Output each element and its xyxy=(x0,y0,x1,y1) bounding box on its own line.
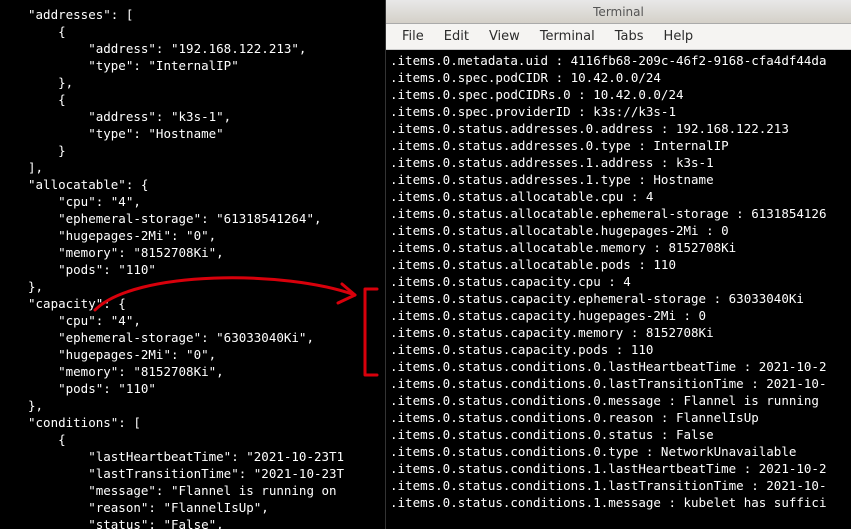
terminal-line: .items.0.spec.podCIDRs.0 : 10.42.0.0/24 xyxy=(390,86,847,103)
terminal-line: .items.0.status.capacity.pods : 110 xyxy=(390,341,847,358)
terminal-output[interactable]: .items.0.metadata.uid : 4116fb68-209c-46… xyxy=(386,50,851,529)
menu-file[interactable]: File xyxy=(392,24,434,50)
json-line: "reason": "FlannelIsUp", xyxy=(28,499,385,516)
json-line: }, xyxy=(28,74,385,91)
json-line: "type": "InternalIP" xyxy=(28,57,385,74)
terminal-window: Terminal File Edit View Terminal Tabs He… xyxy=(385,0,851,529)
terminal-line: .items.0.status.addresses.1.type : Hostn… xyxy=(390,171,847,188)
terminal-line: .items.0.status.capacity.hugepages-2Mi :… xyxy=(390,307,847,324)
json-line: { xyxy=(28,431,385,448)
terminal-line: .items.0.status.allocatable.memory : 815… xyxy=(390,239,847,256)
terminal-line: .items.0.spec.providerID : k3s://k3s-1 xyxy=(390,103,847,120)
json-line: "addresses": [ xyxy=(28,6,385,23)
json-line: }, xyxy=(28,397,385,414)
json-source-pane: "addresses": [ { "address": "192.168.122… xyxy=(0,0,385,529)
json-line: "ephemeral-storage": "61318541264", xyxy=(28,210,385,227)
json-line: "message": "Flannel is running on xyxy=(28,482,385,499)
terminal-line: .items.0.status.conditions.1.lastTransit… xyxy=(390,477,847,494)
json-line: { xyxy=(28,23,385,40)
window-titlebar[interactable]: Terminal xyxy=(386,0,851,24)
terminal-line: .items.0.status.conditions.0.lastHeartbe… xyxy=(390,358,847,375)
terminal-line: .items.0.status.capacity.memory : 815270… xyxy=(390,324,847,341)
menubar: File Edit View Terminal Tabs Help xyxy=(386,24,851,50)
json-line: "cpu": "4", xyxy=(28,312,385,329)
json-line: "hugepages-2Mi": "0", xyxy=(28,346,385,363)
terminal-line: .items.0.status.conditions.1.lastHeartbe… xyxy=(390,460,847,477)
json-line: "lastHeartbeatTime": "2021-10-23T1 xyxy=(28,448,385,465)
terminal-line: .items.0.status.conditions.0.message : F… xyxy=(390,392,847,409)
terminal-line: .items.0.status.allocatable.cpu : 4 xyxy=(390,188,847,205)
terminal-line: .items.0.status.conditions.0.status : Fa… xyxy=(390,426,847,443)
terminal-line: .items.0.metadata.uid : 4116fb68-209c-46… xyxy=(390,52,847,69)
json-line: "conditions": [ xyxy=(28,414,385,431)
json-line: "ephemeral-storage": "63033040Ki", xyxy=(28,329,385,346)
terminal-line: .items.0.status.allocatable.hugepages-2M… xyxy=(390,222,847,239)
terminal-line: .items.0.status.conditions.0.lastTransit… xyxy=(390,375,847,392)
json-line: }, xyxy=(28,278,385,295)
json-line: "address": "192.168.122.213", xyxy=(28,40,385,57)
json-line: "address": "k3s-1", xyxy=(28,108,385,125)
menu-terminal[interactable]: Terminal xyxy=(530,24,605,50)
terminal-line: .items.0.status.addresses.0.address : 19… xyxy=(390,120,847,137)
json-line: ], xyxy=(28,159,385,176)
terminal-line: .items.0.status.capacity.ephemeral-stora… xyxy=(390,290,847,307)
json-line: "pods": "110" xyxy=(28,380,385,397)
json-line: "lastTransitionTime": "2021-10-23T xyxy=(28,465,385,482)
json-line: "pods": "110" xyxy=(28,261,385,278)
menu-view[interactable]: View xyxy=(479,24,530,50)
terminal-line: .items.0.spec.podCIDR : 10.42.0.0/24 xyxy=(390,69,847,86)
menu-tabs[interactable]: Tabs xyxy=(605,24,654,50)
menu-help[interactable]: Help xyxy=(654,24,704,50)
terminal-line: .items.0.status.conditions.1.message : k… xyxy=(390,494,847,511)
json-line: { xyxy=(28,91,385,108)
terminal-line: .items.0.status.allocatable.ephemeral-st… xyxy=(390,205,847,222)
json-line: } xyxy=(28,142,385,159)
terminal-line: .items.0.status.conditions.0.type : Netw… xyxy=(390,443,847,460)
terminal-line: .items.0.status.allocatable.pods : 110 xyxy=(390,256,847,273)
terminal-line: .items.0.status.addresses.0.type : Inter… xyxy=(390,137,847,154)
json-line: "hugepages-2Mi": "0", xyxy=(28,227,385,244)
menu-edit[interactable]: Edit xyxy=(434,24,479,50)
json-line: "capacity": { xyxy=(28,295,385,312)
json-line: "allocatable": { xyxy=(28,176,385,193)
terminal-line: .items.0.status.conditions.0.reason : Fl… xyxy=(390,409,847,426)
json-line: "status": "False", xyxy=(28,516,385,529)
json-line: "memory": "8152708Ki", xyxy=(28,244,385,261)
terminal-line: .items.0.status.addresses.1.address : k3… xyxy=(390,154,847,171)
json-line: "memory": "8152708Ki", xyxy=(28,363,385,380)
json-line: "type": "Hostname" xyxy=(28,125,385,142)
json-line: "cpu": "4", xyxy=(28,193,385,210)
terminal-line: .items.0.status.capacity.cpu : 4 xyxy=(390,273,847,290)
